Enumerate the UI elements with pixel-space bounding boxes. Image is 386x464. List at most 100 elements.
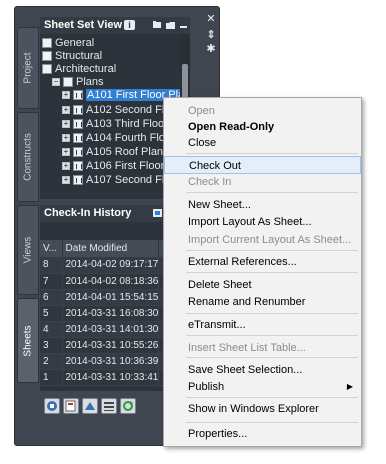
menu-item-import-current-layout-as-sheet[interactable]: Import Current Layout As Sheet...: [164, 231, 361, 249]
subset-tree-item[interactable]: − Plans: [52, 76, 104, 89]
tab-views-label: Views: [22, 236, 34, 264]
tree-item-label: Structural: [55, 50, 103, 62]
submenu-arrow-icon: ▶: [346, 382, 353, 391]
folder-icon[interactable]: [165, 20, 176, 30]
tree-item-label: Plans: [76, 76, 104, 88]
version-cell: 6: [40, 289, 63, 306]
version-cell: 2: [40, 353, 63, 370]
sheet-icon: [73, 147, 83, 158]
sheet-list-icon[interactable]: [101, 398, 117, 414]
menu-item-label: Open Read-Only: [188, 121, 275, 133]
menu-item-label: Rename and Renumber: [188, 296, 306, 308]
column-header-date-modified[interactable]: Date Modified: [62, 240, 160, 257]
subset-tree-item[interactable]: Architectural: [42, 63, 116, 76]
menu-item-new-sheet[interactable]: New Sheet...: [164, 196, 361, 214]
menu-item-rename-and-renumber[interactable]: Rename and Renumber: [164, 293, 361, 311]
tree-item-label: A105 Roof Plan: [86, 146, 164, 158]
subset-icon: [42, 38, 52, 49]
column-header-version[interactable]: V...: [40, 240, 63, 257]
menu-item-label: Import Layout As Sheet...: [188, 216, 312, 228]
collapse-icon[interactable]: −: [52, 78, 60, 87]
sheet-tree-item[interactable]: + A105 Roof Plan: [62, 146, 163, 159]
tab-views[interactable]: Views: [17, 205, 39, 295]
sheet-icon: [73, 161, 83, 172]
sheet-set-menu-icon[interactable]: [152, 20, 163, 30]
expand-icon[interactable]: +: [62, 91, 70, 100]
sheet-set-icon[interactable]: [44, 398, 60, 414]
menu-separator: [186, 272, 358, 273]
menu-separator: [186, 397, 358, 398]
publish-icon[interactable]: [63, 398, 79, 414]
tab-sheets[interactable]: Sheets: [17, 298, 39, 383]
tab-sheets-label: Sheets: [22, 324, 34, 357]
minimize-icon[interactable]: [179, 20, 190, 30]
refresh-icon[interactable]: [120, 398, 136, 414]
version-cell: 1: [40, 369, 63, 386]
menu-item-external-references[interactable]: External References...: [164, 253, 361, 271]
menu-separator: [186, 250, 358, 251]
info-icon[interactable]: i: [124, 20, 135, 30]
history-options-icon[interactable]: [152, 208, 163, 218]
subset-icon: [42, 51, 52, 62]
sheet-icon: [73, 90, 83, 101]
tab-constructs-label: Constructs: [22, 133, 34, 181]
menu-item-label: eTransmit...: [188, 319, 246, 331]
menu-item-label: New Sheet...: [188, 199, 251, 211]
tree-item-label: General: [55, 37, 95, 49]
menu-item-save-sheet-selection[interactable]: Save Sheet Selection...: [164, 361, 361, 379]
menu-item-label: Publish: [188, 381, 225, 393]
menu-item-check-in[interactable]: Check In: [164, 173, 361, 191]
expand-icon[interactable]: +: [62, 162, 70, 171]
menu-item-insert-sheet-list-table[interactable]: Insert Sheet List Table...: [164, 339, 361, 357]
sheet-icon: [73, 119, 83, 130]
menu-item-delete-sheet[interactable]: Delete Sheet: [164, 276, 361, 294]
expand-icon[interactable]: +: [62, 120, 70, 129]
version-cell: 4: [40, 321, 63, 338]
sheet-tree: General Structural Architectural − Plans + A10…: [40, 34, 180, 199]
menu-item-label: Check In: [188, 176, 232, 188]
menu-separator: [186, 335, 358, 336]
menu-separator: [186, 153, 358, 154]
menu-item-label: Properties...: [188, 428, 248, 440]
version-cell: 7: [40, 273, 63, 290]
expand-icon[interactable]: +: [62, 106, 70, 115]
menu-separator: [186, 422, 358, 423]
menu-item-close[interactable]: Close: [164, 134, 361, 152]
menu-item-etransmit[interactable]: eTransmit...: [164, 316, 361, 334]
menu-separator: [186, 192, 358, 193]
menu-item-check-out[interactable]: Check Out: [164, 156, 361, 174]
menu-item-label: Open: [188, 105, 215, 117]
sheet-set-view-header: Sheet Set View i: [40, 17, 190, 34]
menu-item-label: Import Current Layout As Sheet...: [188, 234, 352, 246]
menu-item-label: External References...: [188, 256, 297, 268]
menu-item-label: Save Sheet Selection...: [188, 364, 303, 376]
date-modified-cell: 2014-03-31 10:55:26: [62, 337, 160, 354]
menu-item-label: Insert Sheet List Table...: [188, 342, 306, 354]
date-modified-cell: 2014-04-01 15:54:15: [62, 289, 160, 306]
tab-project-label: Project: [22, 52, 34, 84]
subset-tree-item[interactable]: Structural: [42, 50, 102, 63]
menu-item-label: Close: [188, 137, 217, 149]
close-icon[interactable]: ✕: [205, 13, 217, 25]
menu-item-publish[interactable]: Publish ▶: [164, 378, 361, 396]
expand-icon[interactable]: +: [62, 176, 70, 185]
date-modified-cell: 2014-03-31 14:01:30: [62, 321, 160, 338]
menu-item-properties[interactable]: Properties...: [164, 425, 361, 443]
settings-icon[interactable]: ✱: [205, 43, 217, 55]
sheet-icon: [73, 175, 83, 186]
menu-item-label: Delete Sheet: [188, 279, 252, 291]
subset-icon: [63, 77, 73, 88]
version-cell: 3: [40, 337, 63, 354]
expand-icon[interactable]: +: [62, 148, 70, 157]
menu-item-show-in-windows-explorer[interactable]: Show in Windows Explorer: [164, 400, 361, 418]
tab-project[interactable]: Project: [17, 27, 39, 109]
tree-item-label: Architectural: [55, 63, 117, 75]
menu-separator: [186, 313, 358, 314]
autohide-icon[interactable]: ⇕: [205, 29, 217, 41]
subset-tree-item[interactable]: General: [42, 37, 94, 50]
menu-item-import-layout-as-sheet[interactable]: Import Layout As Sheet...: [164, 213, 361, 231]
transmit-icon[interactable]: [82, 398, 98, 414]
expand-icon[interactable]: +: [62, 134, 70, 143]
tab-constructs[interactable]: Constructs: [17, 112, 39, 202]
date-modified-cell: 2014-04-02 09:17:17: [62, 257, 160, 274]
